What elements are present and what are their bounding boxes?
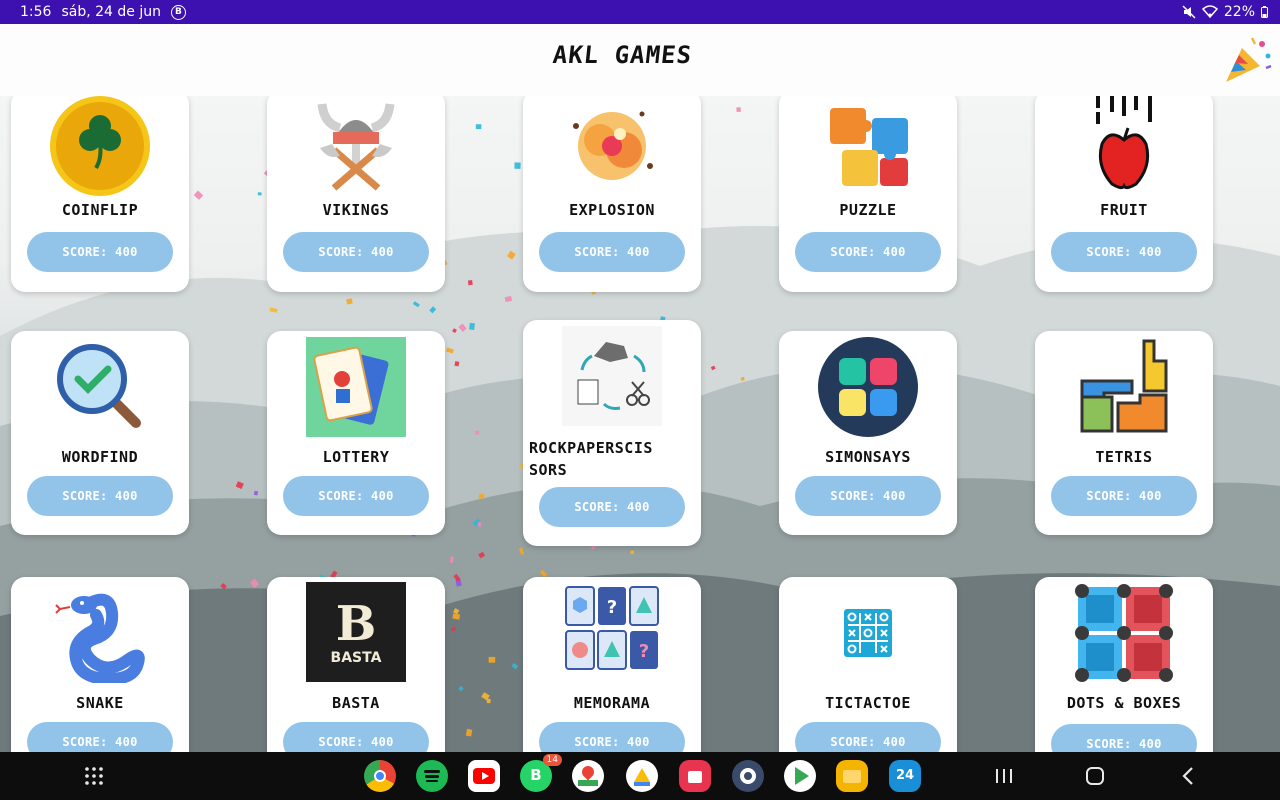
game-card-fruit[interactable]: FRUIT SCORE: 400 <box>1035 96 1213 292</box>
game-card-tictactoe[interactable]: TICTACTOE SCORE: 400 <box>779 577 957 752</box>
game-card-explosion[interactable]: EXPLOSION SCORE: 400 <box>523 96 701 292</box>
status-time: 1:56 <box>20 4 52 20</box>
game-title: DOTS & BOXES <box>1066 694 1182 712</box>
rock-paper-scissors-icon <box>562 326 662 426</box>
app-header: AKL GAMES <box>0 24 1280 96</box>
viking-helmet-icon <box>317 103 395 191</box>
game-title: SNAKE <box>76 694 124 712</box>
score-button[interactable]: SCORE: 400 <box>539 722 685 752</box>
game-title: MEMORAMA <box>573 694 651 712</box>
game-card-memorama[interactable]: ? ? MEMORAMA SCORE: 400 <box>523 577 701 752</box>
chrome-icon[interactable] <box>364 760 396 792</box>
galaxy-store-icon[interactable] <box>679 760 711 792</box>
score-button[interactable]: SCORE: 400 <box>27 232 173 272</box>
status-date: sáb, 24 de jun <box>61 4 161 20</box>
game-title: ROCKPAPERSCIS SORS <box>529 439 653 479</box>
memorama-card-mark: ? <box>639 641 649 662</box>
score-button[interactable]: SCORE: 400 <box>1051 232 1197 272</box>
youtube-icon[interactable] <box>468 760 500 792</box>
game-card-vikings[interactable]: VIKINGS SCORE: 400 <box>267 96 445 292</box>
score-button[interactable]: SCORE: 400 <box>283 722 429 752</box>
mute-icon <box>1182 5 1196 19</box>
magnifier-check-icon <box>57 344 141 428</box>
maps-icon[interactable] <box>572 760 604 792</box>
basta-logo-letter: B <box>335 596 377 652</box>
score-button[interactable]: SCORE: 400 <box>283 232 429 272</box>
calendar-day: 24 <box>895 768 915 783</box>
app-drawer-icon[interactable] <box>84 766 104 786</box>
drive-icon[interactable] <box>626 760 658 792</box>
settings-icon[interactable] <box>732 760 764 792</box>
game-title: FRUIT <box>1100 201 1148 219</box>
recent-apps-icon[interactable] <box>994 767 1014 785</box>
game-card-tetris[interactable]: TETRIS SCORE: 400 <box>1035 331 1213 535</box>
notification-badge: 14 <box>542 754 562 766</box>
score-button[interactable]: SCORE: 400 <box>27 476 173 516</box>
score-button[interactable]: SCORE: 400 <box>1051 724 1197 752</box>
tetris-blocks-icon <box>1080 339 1168 433</box>
game-grid[interactable]: COINFLIP SCORE: 400 VIKINGS SCORE: 400 E… <box>0 96 1280 752</box>
game-title: TETRIS <box>1095 448 1153 466</box>
simon-buttons-icon <box>818 337 918 437</box>
status-bar: 1:56 sáb, 24 de jun B 22% <box>0 0 1280 24</box>
tictactoe-grid-icon <box>844 609 892 657</box>
files-icon[interactable] <box>836 760 868 792</box>
game-card-dots-boxes[interactable]: DOTS & BOXES SCORE: 400 <box>1035 577 1213 752</box>
game-card-coinflip[interactable]: COINFLIP SCORE: 400 <box>11 96 189 292</box>
game-title: COINFLIP <box>61 201 139 219</box>
game-card-snake[interactable]: SNAKE SCORE: 400 <box>11 577 189 752</box>
game-title: TICTACTOE <box>825 694 911 712</box>
score-button[interactable]: SCORE: 400 <box>539 232 685 272</box>
game-title: EXPLOSION <box>569 201 655 219</box>
whatsapp-business-icon[interactable]: B 14 <box>520 754 562 792</box>
game-title: VIKINGS <box>322 201 390 219</box>
clover-coin-icon <box>50 96 150 196</box>
score-button[interactable]: SCORE: 400 <box>1051 476 1197 516</box>
score-button[interactable]: SCORE: 400 <box>795 722 941 752</box>
game-card-basta[interactable]: B BASTA BASTA SCORE: 400 <box>267 577 445 752</box>
spotify-icon[interactable] <box>416 760 448 792</box>
wifi-icon <box>1201 5 1218 19</box>
game-card-rockpaperscissors[interactable]: ROCKPAPERSCIS SORS SCORE: 400 <box>523 320 701 546</box>
game-card-wordfind[interactable]: WORDFIND SCORE: 400 <box>11 331 189 535</box>
falling-apple-icon <box>1096 96 1152 190</box>
score-button[interactable]: SCORE: 400 <box>795 232 941 272</box>
snake-icon <box>55 593 145 683</box>
memorama-card-mark: ? <box>607 597 617 618</box>
memory-cards-icon: ? ? <box>565 586 659 670</box>
game-card-simonsays[interactable]: SIMONSAYS SCORE: 400 <box>779 331 957 535</box>
basta-logo-icon: B BASTA <box>306 582 406 682</box>
game-card-puzzle[interactable]: PUZZLE SCORE: 400 <box>779 96 957 292</box>
app-title: AKL GAMES <box>551 41 694 69</box>
back-icon[interactable] <box>1180 766 1196 786</box>
lottery-cards-icon <box>306 337 406 437</box>
game-title: WORDFIND <box>61 448 139 466</box>
explosion-icon <box>573 111 653 180</box>
battery-percent: 22% <box>1223 4 1255 20</box>
game-card-lottery[interactable]: LOTTERY SCORE: 400 <box>267 331 445 535</box>
game-title: SIMONSAYS <box>825 448 911 466</box>
calendar-icon[interactable]: 24 <box>889 760 921 792</box>
puzzle-pieces-icon <box>830 108 908 186</box>
play-store-icon[interactable] <box>784 760 816 792</box>
navigation-bar: B 14 24 <box>0 752 1280 800</box>
dots-boxes-icon <box>1075 584 1173 682</box>
game-title: LOTTERY <box>322 448 390 466</box>
home-icon[interactable] <box>1085 766 1105 786</box>
notification-b-icon: B <box>170 4 186 20</box>
score-button[interactable]: SCORE: 400 <box>795 476 941 516</box>
score-button[interactable]: SCORE: 400 <box>539 487 685 527</box>
battery-icon <box>1261 6 1268 18</box>
game-title: PUZZLE <box>839 201 897 219</box>
game-title: BASTA <box>332 694 380 712</box>
party-popper-icon[interactable] <box>1222 34 1274 86</box>
score-button[interactable]: SCORE: 400 <box>283 476 429 516</box>
basta-logo-text: BASTA <box>330 650 382 666</box>
score-button[interactable]: SCORE: 400 <box>27 722 173 752</box>
